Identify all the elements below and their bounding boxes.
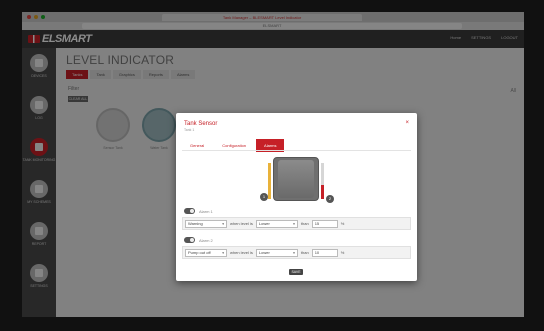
alarm1-header: Alarm 1 [184, 208, 213, 214]
alarm2-header: Alarm 2 [184, 237, 213, 243]
level-rail-left [268, 163, 271, 199]
alarm1-label: Alarm 1 [199, 208, 213, 214]
tank-illustration [273, 157, 319, 201]
alarm1-than-text: than [300, 221, 309, 226]
alarm1-toggle[interactable] [184, 208, 195, 214]
alarm2-action-select[interactable]: Pump out off ▾ [185, 248, 227, 257]
tank-sensor-modal: Tank Sensor Tank 1 × General Configurati… [176, 113, 417, 281]
alarm2-label: Alarm 2 [199, 237, 213, 243]
modal-title: Tank Sensor [184, 121, 218, 127]
alarm1-value-input[interactable]: 15 [311, 219, 338, 228]
alarm2-unit: % [340, 250, 345, 255]
alarm-marker-1[interactable]: 1 [260, 193, 268, 201]
alarm-marker-2[interactable]: 2 [326, 195, 334, 203]
close-icon[interactable]: × [405, 120, 409, 126]
modal-subtitle: Tank 1 [184, 128, 195, 132]
alarm1-when-text: when level is [230, 221, 253, 226]
alarm1-condition-select[interactable]: Lower ▾ [255, 219, 298, 228]
alarm2-when-text: when level is [230, 250, 253, 255]
alarm2-than-text: than [300, 250, 309, 255]
alarm2-condition-select[interactable]: Lower ▾ [255, 248, 298, 257]
alarm2-value-input[interactable]: 10 [311, 248, 338, 257]
alarm1-action-select[interactable]: Warning ▾ [185, 219, 227, 228]
divider [182, 150, 411, 151]
alarm1-row: Warning ▾ when level is Lower ▾ than 15 % [182, 217, 411, 230]
save-button[interactable]: SAVE [289, 269, 303, 275]
alarm2-toggle[interactable] [184, 237, 195, 243]
alarm1-unit: % [340, 221, 345, 226]
screen: Tank Manager – BLESMART Level Indicator … [22, 12, 524, 317]
alarm2-row: Pump out off ▾ when level is Lower ▾ than … [182, 246, 411, 259]
level-rail-right [321, 163, 324, 199]
